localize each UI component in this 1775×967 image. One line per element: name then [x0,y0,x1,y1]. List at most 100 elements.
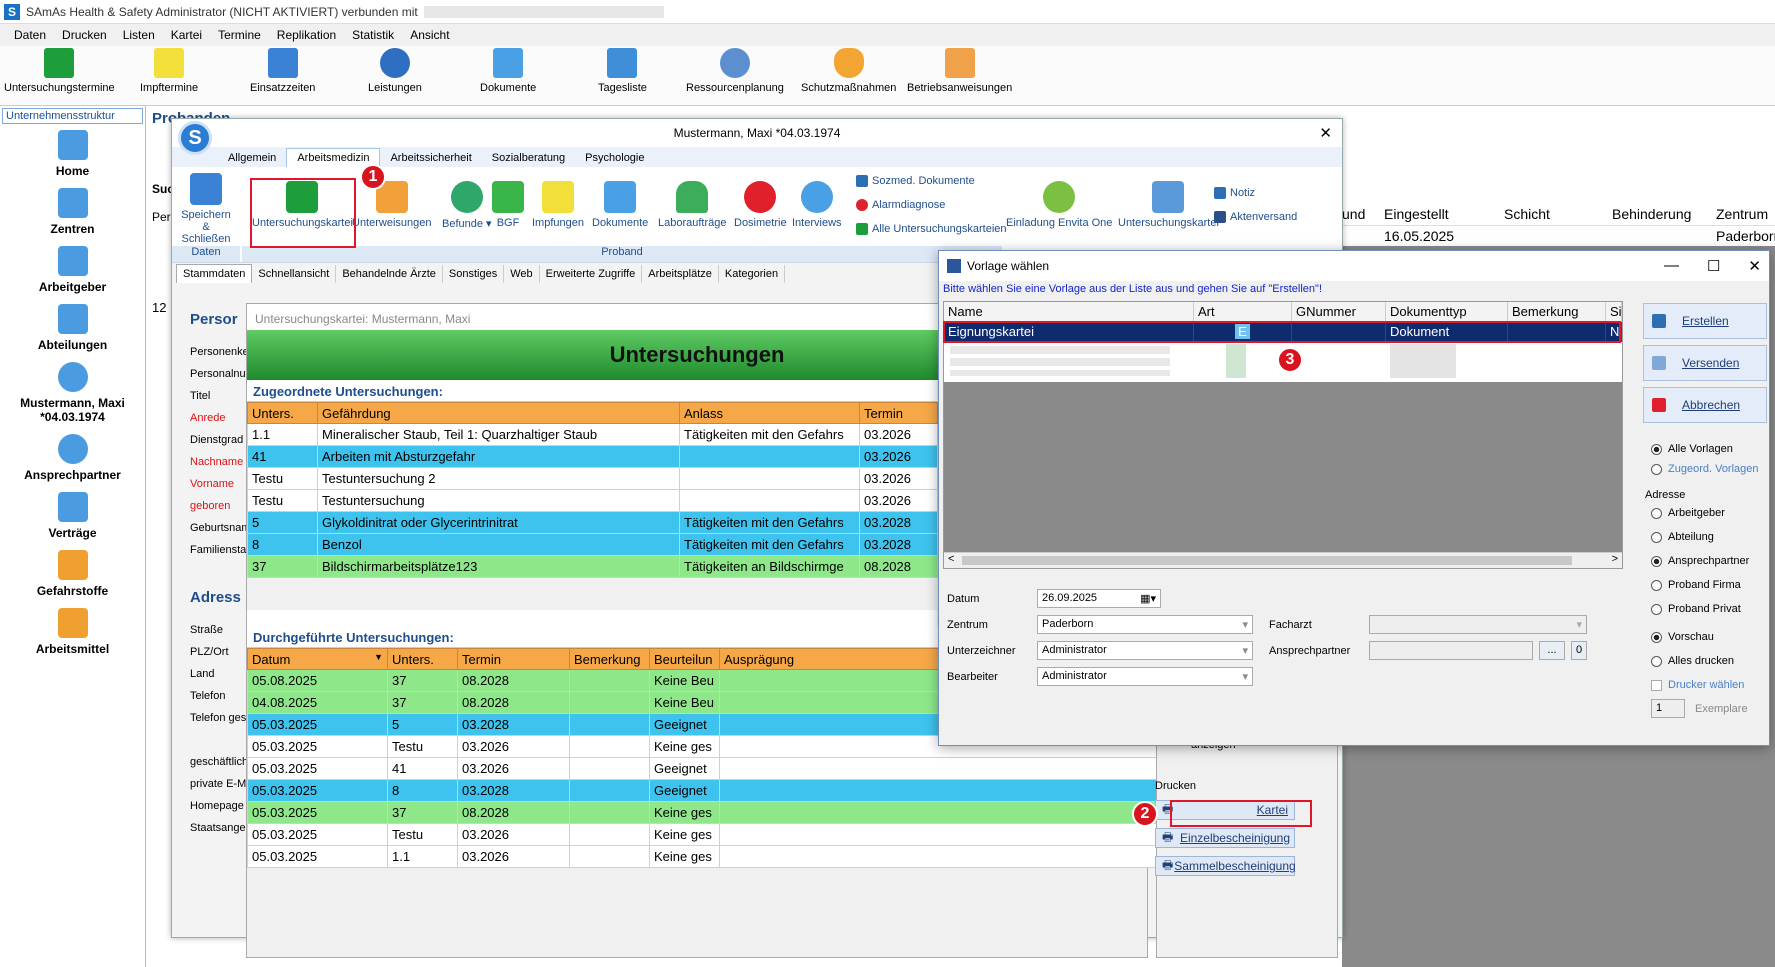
radio-proband-firma[interactable]: Proband Firma [1651,579,1741,591]
save-close-button[interactable]: Speichern & Schließen [178,173,234,245]
erstellen-button[interactable]: Erstellen [1643,303,1767,339]
zentrum-select[interactable]: Paderborn ▾ [1037,615,1253,634]
tab-sozialberatung[interactable]: Sozialberatung [482,149,575,167]
radio-abteilung[interactable]: Abteilung [1651,531,1714,543]
radio-vorschau[interactable]: Vorschau [1651,631,1714,643]
unterzeichner-select[interactable]: Administrator ▾ [1037,641,1253,660]
ansprechpartner-browse-button[interactable]: ... [1539,641,1565,660]
radio-proband-privat[interactable]: Proband Privat [1651,603,1741,615]
menu-kartei[interactable]: Kartei [163,28,210,42]
col-unters[interactable]: Unters. [387,648,458,670]
ansprechpartner-input[interactable] [1369,641,1533,660]
col-name[interactable]: Name [944,302,1194,322]
impfungen-button[interactable]: Impfungen [532,181,584,229]
nav-arbeitsmittel[interactable]: Arbeitsmittel [0,608,145,656]
table-row[interactable]: 1.1 Mineralischer Staub, Teil 1: Quarzhal… [247,423,938,446]
menu-drucken[interactable]: Drucken [54,28,115,42]
subtab-stammdaten[interactable]: Stammdaten [176,264,253,283]
col-anlass[interactable]: Anlass [679,402,860,424]
sozmed-dokumente-button[interactable]: Sozmed. Dokumente [856,175,975,187]
radio-alle-vorlagen[interactable]: Alle Vorlagen [1651,443,1733,455]
horizontal-scrollbar[interactable]: < > [944,552,1622,568]
aktenversand-button[interactable]: Aktenversand [1214,211,1297,223]
bg-table-row[interactable]: 16.05.2025 Paderborn [1342,228,1775,246]
subtab-sonstiges[interactable]: Sonstiges [443,265,505,283]
tab-arbeitsmedizin[interactable]: Arbeitsmedizin [286,148,381,167]
table-row[interactable]: 05.03.2025 37 08.2028 Keine ges [247,801,1158,824]
envita-button[interactable]: Einladung Envita One [1006,181,1112,229]
calendar-dropdown-icon[interactable]: ▦▾ [1140,592,1156,605]
col-bemerkung[interactable]: Bemerkung [569,648,650,670]
radio-zugeord-vorlagen[interactable]: Zugeord. Vorlagen [1651,463,1759,475]
col-dokumenttyp[interactable]: Dokumenttyp [1386,302,1508,322]
menu-termine[interactable]: Termine [210,28,269,42]
nav-proband[interactable]: Mustermann, Maxi *04.03.1974 [0,362,145,424]
tb-impftermine[interactable]: Impftermine [140,48,198,94]
tab-allgemein[interactable]: Allgemein [218,149,286,167]
table-row[interactable]: Testu Testuntersuchung 03.2026 [247,489,938,512]
menu-ansicht[interactable]: Ansicht [402,28,457,42]
col-bemerkung[interactable]: Bemerkung [1508,302,1606,322]
checkbox-drucker-waehlen[interactable]: Drucker wählen [1651,679,1744,691]
tb-untersuchungstermine[interactable]: Untersuchungstermine [4,48,115,94]
menu-statistik[interactable]: Statistik [344,28,402,42]
tb-dokumente[interactable]: Dokumente [480,48,536,94]
table-row[interactable]: 05.03.2025 8 03.2028 Geeignet [247,779,1158,802]
notiz-button[interactable]: Notiz [1214,187,1255,199]
abbrechen-button[interactable]: Abbrechen [1643,387,1767,423]
scroll-thumb[interactable] [962,556,1572,565]
table-row[interactable]: 05.03.2025 1.1 03.2026 Keine ges [247,845,1158,868]
interviews-button[interactable]: Interviews [792,181,842,229]
tab-psychologie[interactable]: Psychologie [575,149,654,167]
bgf-button[interactable]: BGF [492,181,524,229]
subtab-kategorien[interactable]: Kategorien [719,265,786,283]
col-gefaehrdung[interactable]: Gefährdung [317,402,680,424]
scroll-left-icon[interactable]: < [948,553,954,565]
tb-ressourcenplanung[interactable]: Ressourcenplanung [686,48,784,94]
befunde-button[interactable]: Befunde ▾ [442,181,492,230]
app-orb-icon[interactable]: S [178,121,212,155]
radio-arbeitgeber[interactable]: Arbeitgeber [1651,507,1725,519]
dosimetrie-button[interactable]: Dosimetrie [734,181,787,229]
col-si[interactable]: Si [1606,302,1622,322]
menu-replikation[interactable]: Replikation [269,28,344,42]
alarmdiagnose-button[interactable]: Alarmdiagnose [856,199,945,211]
menu-listen[interactable]: Listen [115,28,163,42]
nav-vertraege[interactable]: Verträge [0,492,145,540]
radio-ansprechpartner[interactable]: Ansprechpartner [1651,555,1749,567]
datum-input[interactable]: 26.09.2025 ▦▾ [1037,589,1161,608]
tab-arbeitssicherheit[interactable]: Arbeitssicherheit [380,149,481,167]
table-row[interactable]: 8 Benzol Tätigkeiten mit den Gefahrs 03.202… [247,533,938,556]
subtab-erweiterte-zugriffe[interactable]: Erweiterte Zugriffe [540,265,643,283]
table-row[interactable]: 5 Glykoldinitrat oder Glycerintrinitrat Tä… [247,511,938,534]
nav-zentren[interactable]: Zentren [0,188,145,236]
tb-tagesliste[interactable]: Tagesliste [598,48,647,94]
col-beurteilung[interactable]: Beurteilun [649,648,720,670]
einzelbescheinigung-button[interactable]: 🖶 Einzelbescheinigung [1155,828,1295,848]
nav-home[interactable]: Home [0,130,145,178]
col-gnummer[interactable]: GNummer [1292,302,1386,322]
subtab-arbeitsplaetze[interactable]: Arbeitsplätze [642,265,719,283]
col-termin[interactable]: Termin [859,402,938,424]
facharzt-select[interactable]: ▾ [1369,615,1587,634]
labor-button[interactable]: Laboraufträge [658,181,727,229]
table-row[interactable]: 37 Bildschirmarbeitsplätze123 Tätigkeiten … [247,555,938,578]
dokumente-button[interactable]: Dokumente [592,181,648,229]
table-row[interactable]: 41 Arbeiten mit Absturzgefahr 03.2026 [247,445,938,468]
tb-schutzmassnahmen[interactable]: Schutzmaßnahmen [801,48,896,94]
print-untersuchungskartei-button[interactable]: Untersuchungskartei [1118,181,1219,229]
table-row[interactable]: Testu Testuntersuchung 2 03.2026 [247,467,938,490]
nav-ansprechpartner[interactable]: Ansprechpartner [0,434,145,482]
nav-gefahrstoffe[interactable]: Gefahrstoffe [0,550,145,598]
tb-betriebsanweisungen[interactable]: Betriebsanweisungen [907,48,1012,94]
subtab-web[interactable]: Web [504,265,540,283]
bearbeiter-select[interactable]: Administrator ▾ [1037,667,1253,686]
subtab-behandelnde-aerzte[interactable]: Behandelnde Ärzte [336,265,443,283]
sammelbescheinigung-button[interactable]: 🖶 Sammelbescheinigung [1155,856,1296,876]
radio-alles-drucken[interactable]: Alles drucken [1651,655,1734,667]
menu-daten[interactable]: Daten [6,28,54,42]
unternehmensstruktur-header[interactable]: Unternehmensstruktur [2,108,143,124]
col-termin[interactable]: Termin [457,648,570,670]
unterweisungen-button[interactable]: Unterweisungen [352,181,432,229]
tb-leistungen[interactable]: Leistungen [368,48,422,94]
